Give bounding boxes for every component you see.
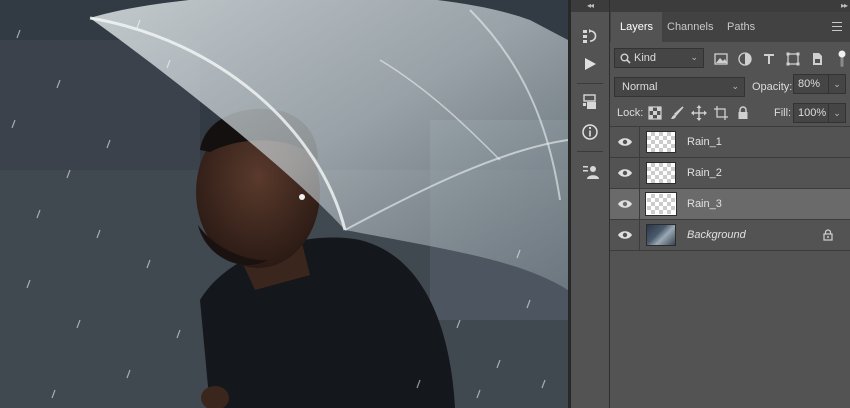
adjustment-filter-icon[interactable] (737, 51, 753, 67)
chevron-down-icon: ⌄ (690, 52, 698, 62)
double-chevron-left-icon[interactable]: ◂◂ (571, 0, 609, 12)
tab-channels[interactable]: Channels (658, 12, 722, 42)
fill-label: Fill: (774, 107, 792, 119)
panel-collapse-bar[interactable]: ▸▸ (610, 0, 850, 12)
eye-icon[interactable] (610, 127, 640, 157)
layers-panel: ▸▸ Layers Channels Paths Kind ⌄ Normal ⌄… (610, 0, 850, 408)
layer-row-background[interactable]: Background (610, 220, 850, 251)
layer-name[interactable]: Rain_1 (687, 136, 722, 148)
fill-field[interactable]: 100% ⌄ (793, 103, 846, 123)
photo-illustration (0, 0, 568, 408)
layer-row-rain-2[interactable]: Rain_2 (610, 158, 850, 189)
kind-filter-label: Kind (634, 52, 657, 64)
layers-empty-area[interactable] (610, 251, 850, 408)
layer-filter-row: Kind ⌄ (610, 44, 850, 74)
photo-canvas[interactable] (0, 0, 568, 408)
fill-value[interactable]: 100% (798, 107, 826, 119)
3d-cube-icon[interactable] (577, 90, 603, 114)
properties-icon[interactable] (577, 160, 603, 184)
info-icon[interactable] (577, 120, 603, 144)
shape-filter-icon[interactable] (785, 51, 801, 67)
eye-icon[interactable] (610, 220, 640, 250)
layer-row-rain-1[interactable]: Rain_1 (610, 127, 850, 158)
panel-menu-icon[interactable] (832, 22, 842, 31)
tab-paths[interactable]: Paths (718, 12, 764, 42)
lock-position-icon[interactable] (691, 105, 707, 121)
panel-tab-bar: Layers Channels Paths (610, 12, 850, 42)
layer-thumbnail[interactable] (646, 131, 676, 153)
layers-list: Rain_1 Rain_2 Rain_3 Background (610, 127, 850, 251)
layer-row-rain-3[interactable]: Rain_3 (610, 189, 850, 220)
image-filter-icon[interactable] (713, 51, 729, 67)
layer-thumbnail[interactable] (646, 224, 676, 246)
layer-name[interactable]: Background (687, 229, 746, 241)
blend-mode-value: Normal (622, 81, 658, 93)
opacity-label: Opacity: (752, 81, 793, 93)
layer-name[interactable]: Rain_2 (687, 167, 722, 179)
chevron-down-icon: ⌄ (731, 81, 739, 91)
eye-icon[interactable] (610, 189, 640, 219)
double-chevron-right-icon[interactable]: ▸▸ (841, 0, 848, 12)
chevron-down-icon[interactable]: ⌄ (828, 104, 845, 122)
history-icon[interactable] (577, 24, 603, 48)
layer-thumbnail[interactable] (646, 162, 676, 184)
chevron-down-icon[interactable]: ⌄ (828, 75, 845, 93)
blend-row: Normal ⌄ Opacity: 80% ⌄ (610, 74, 850, 100)
eye-icon[interactable] (610, 158, 640, 188)
lock-all-icon[interactable] (735, 105, 751, 121)
lock-artboard-icon[interactable] (713, 105, 729, 121)
play-icon[interactable] (577, 52, 603, 76)
lock-paint-icon[interactable] (669, 105, 685, 121)
type-filter-icon[interactable] (761, 51, 777, 67)
tab-layers[interactable]: Layers (611, 12, 663, 42)
filter-toggle-switch[interactable] (838, 50, 846, 68)
lock-row: Lock: Fill: 100% ⌄ (610, 100, 850, 127)
panel-dock-strip: ◂◂ (571, 0, 610, 408)
search-icon (620, 53, 631, 64)
lock-transparent-icon[interactable] (647, 105, 663, 121)
opacity-field[interactable]: 80% ⌄ (793, 74, 846, 94)
opacity-value[interactable]: 80% (798, 78, 820, 90)
lock-label: Lock: (617, 107, 644, 119)
lock-icon[interactable] (823, 229, 833, 244)
smart-object-filter-icon[interactable] (809, 51, 825, 67)
layer-thumbnail[interactable] (645, 192, 677, 216)
blend-mode-select[interactable]: Normal ⌄ (614, 77, 745, 97)
layer-name[interactable]: Rain_3 (687, 198, 722, 210)
kind-filter-select[interactable]: Kind ⌄ (614, 48, 704, 68)
